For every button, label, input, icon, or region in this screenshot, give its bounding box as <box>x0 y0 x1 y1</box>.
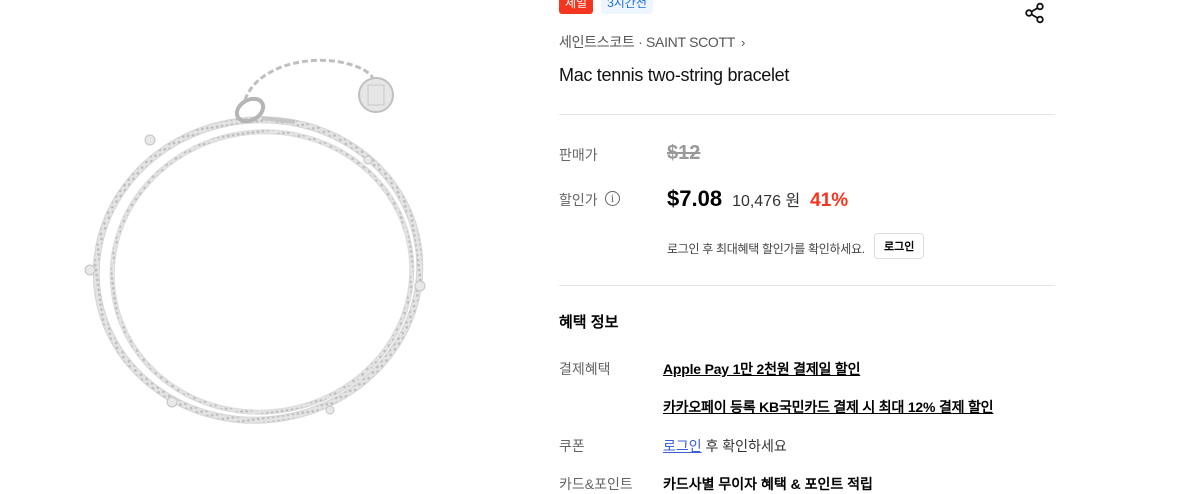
login-hint-text: 로그인 후 최대혜택 할인가를 확인하세요. <box>667 242 865 256</box>
coupon-line: 로그인 후 확인하세요 <box>663 436 787 456</box>
apple-pay-benefit-link[interactable]: Apple Pay 1만 2천원 결제일 할인 <box>663 359 860 379</box>
discount-price-label: 할인가 <box>559 192 598 208</box>
coupon-suffix: 후 확인하세요 <box>701 438 787 454</box>
card-benefit-text[interactable]: 카드사별 무이자 혜택 & 포인트 적립 <box>663 474 873 494</box>
info-icon[interactable]: i <box>605 191 620 206</box>
login-button[interactable]: 로그인 <box>874 233 925 259</box>
krw-price: 10,476 원 <box>732 193 801 210</box>
divider <box>559 285 1055 286</box>
chevron-right-icon: › <box>741 34 746 50</box>
price-line: $7.08 10,476 원 41% <box>667 186 848 212</box>
divider <box>559 114 1055 115</box>
card-point-label: 카드&포인트 <box>559 476 633 492</box>
product-image <box>0 0 540 487</box>
time-badge: 3시간전 <box>601 0 653 14</box>
brand-link[interactable]: 세인트스코트 · SAINT SCOTT › <box>559 32 745 52</box>
coupon-login-link[interactable]: 로그인 <box>663 438 702 454</box>
discount-rate: 41% <box>810 190 849 211</box>
badge-group: 세일 3시간전 <box>559 0 653 14</box>
product-title: Mac tennis two-string bracelet <box>559 65 790 85</box>
original-price: $12 <box>667 142 701 164</box>
kakaopay-benefit-link[interactable]: 카카오페이 등록 KB국민카드 결제 시 최대 12% 결제 할인 <box>663 397 994 417</box>
bracelet-image <box>84 58 426 424</box>
payment-benefit-label: 결제혜택 <box>559 361 611 377</box>
coupon-label: 쿠폰 <box>559 438 585 454</box>
sale-price-label: 판매가 <box>559 147 598 163</box>
benefits-title: 혜택 정보 <box>559 314 619 331</box>
share-icon[interactable] <box>1023 1 1047 25</box>
current-price: $7.08 <box>667 186 723 211</box>
sale-badge: 세일 <box>559 0 594 14</box>
brand-name: 세인트스코트 · SAINT SCOTT <box>559 34 736 50</box>
